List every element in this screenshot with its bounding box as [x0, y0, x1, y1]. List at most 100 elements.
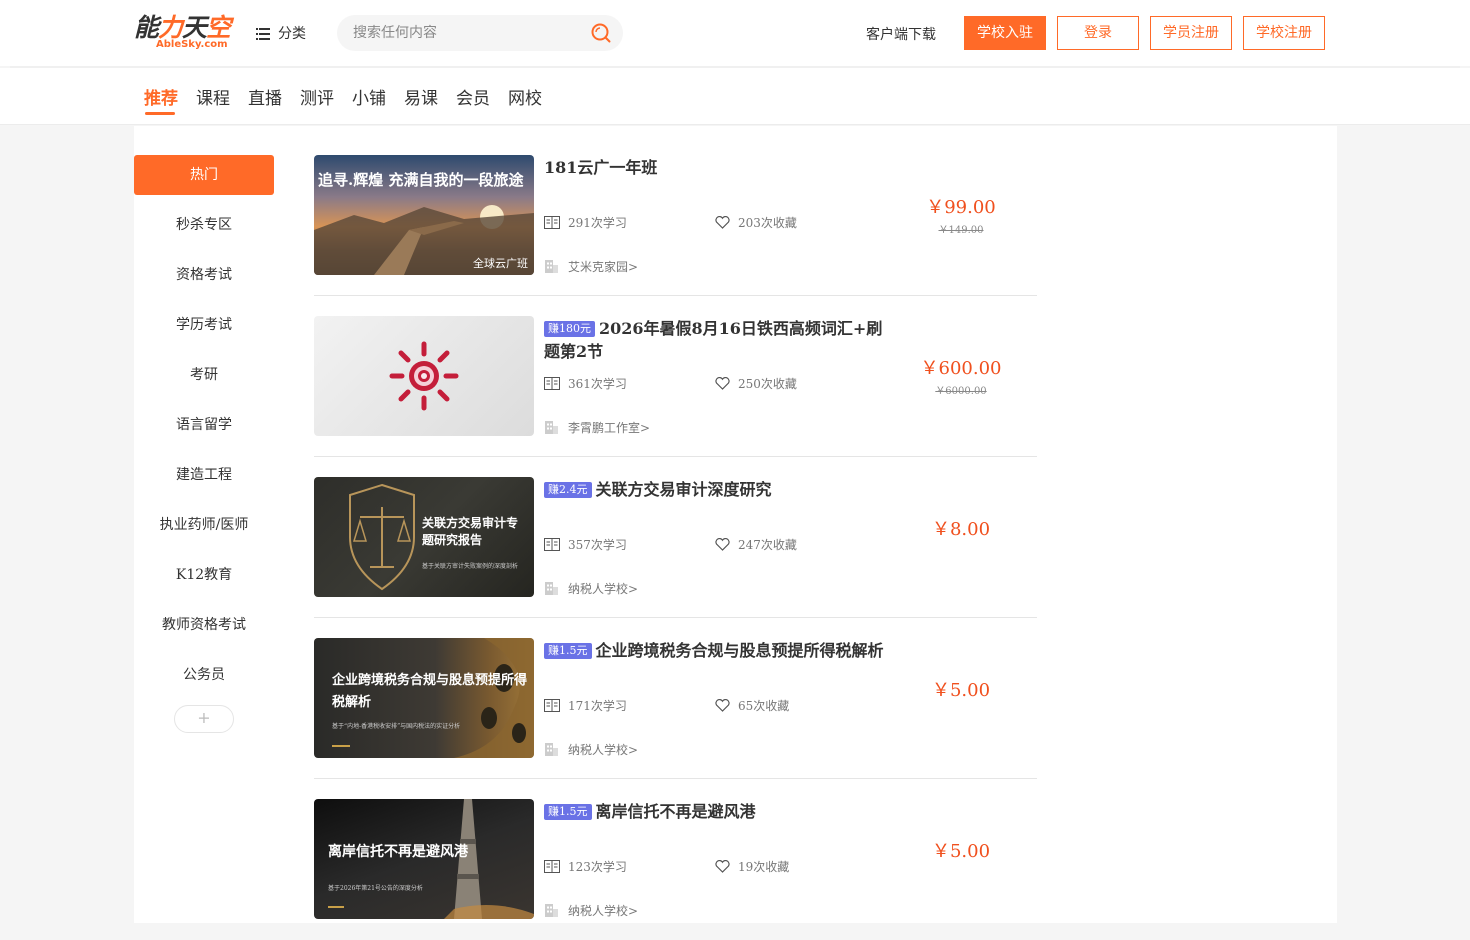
tab-easy-course[interactable]: 易课 — [404, 84, 438, 109]
building-icon — [545, 260, 558, 273]
course-title[interactable]: 赚2.4元 关联方交易审计深度研究 — [544, 478, 890, 501]
course-thumbnail[interactable] — [314, 316, 534, 436]
list-icon — [256, 27, 270, 40]
learner-count: 357次学习 — [544, 536, 627, 553]
top-header: 能力天空 AbleSky.com 分类 客户端下载 学校入驻 登录 学员注册 学… — [0, 0, 1470, 66]
learner-count: 291次学习 — [544, 214, 627, 231]
sidebar-item-pharmacist[interactable]: 执业药师/医师 — [134, 505, 274, 545]
sidebar-more-button[interactable]: + — [174, 705, 234, 733]
tab-shop[interactable]: 小铺 — [352, 84, 386, 109]
tab-courses[interactable]: 课程 — [196, 84, 230, 109]
tab-assessment[interactable]: 测评 — [300, 84, 334, 109]
course-title-text: 181云广一年班 — [544, 158, 658, 177]
school-link[interactable]: 艾米克家园> — [544, 258, 638, 275]
earn-badge: 赚1.5元 — [544, 804, 592, 820]
thumbnail-subcaption: 基于“内地-香港税收安排”与国内税法的实证分析 — [332, 723, 461, 730]
school-name: 纳税人学校> — [568, 743, 639, 757]
search-box — [337, 15, 623, 51]
category-menu-button[interactable]: 分类 — [256, 22, 306, 44]
sidebar-item-construction[interactable]: 建造工程 — [134, 455, 274, 495]
earn-badge: 赚1.5元 — [544, 643, 592, 659]
sidebar-item-postgraduate[interactable]: 考研 — [134, 355, 274, 395]
sidebar-item-qualification-exam[interactable]: 资格考试 — [134, 255, 274, 295]
course-card: 追寻.辉煌 充满自我的一段旅途 全球云广班 181云广一年班 291次学习 20… — [314, 155, 1037, 296]
thumbnail-subcaption: 基于2026年第21号公告的深度分析 — [328, 885, 423, 892]
learner-count-text: 361次学习 — [568, 377, 627, 391]
tab-membership[interactable]: 会员 — [456, 84, 490, 109]
sidebar-item-teacher-cert[interactable]: 教师资格考试 — [134, 605, 274, 645]
favorite-count[interactable]: 203次收藏 — [715, 214, 797, 231]
favorite-count-text: 203次收藏 — [738, 216, 797, 230]
school-link[interactable]: 纳税人学校> — [544, 902, 638, 919]
course-card: 企业跨境税务合规与股息预提所得税解析 基于“内地-香港税收安排”与国内税法的实证… — [314, 638, 1037, 779]
course-title[interactable]: 赚180元 2026年暑假8月16日铁西高频词汇+刷题第2节 — [544, 317, 890, 363]
sidebar-item-hot[interactable]: 热门 — [134, 155, 274, 195]
tab-live[interactable]: 直播 — [248, 84, 282, 109]
logo-domain: AbleSky.com — [156, 39, 228, 50]
favorite-count-text: 250次收藏 — [738, 377, 797, 391]
favorite-count-text: 65次收藏 — [738, 699, 790, 713]
logo-wordmark: 能力天空 — [134, 13, 231, 42]
tab-recommend[interactable]: 推荐 — [144, 84, 178, 109]
main-content: 热门 秒杀专区 资格考试 学历考试 考研 语言留学 建造工程 执业药师/医师 K… — [134, 126, 1337, 923]
book-icon — [544, 377, 560, 390]
school-name: 艾米克家园> — [568, 260, 639, 274]
client-download-link[interactable]: 客户端下载 — [866, 24, 936, 44]
search-icon[interactable] — [591, 23, 611, 43]
school-link[interactable]: 纳税人学校> — [544, 741, 638, 758]
course-title-text: 企业跨境税务合规与股息预提所得税解析 — [595, 641, 884, 660]
course-title[interactable]: 181云广一年班 — [544, 156, 890, 179]
course-card: 关联方交易审计专题研究报告 基于关联方审计失败案例的深度剖析 赚2.4元 关联方交… — [314, 477, 1037, 618]
sidebar-item-degree-exam[interactable]: 学历考试 — [134, 305, 274, 345]
course-card: 离岸信托不再是避风港 基于2026年第21号公告的深度分析 赚1.5元 离岸信托不… — [314, 799, 1037, 940]
channel-nav: 推荐 课程 直播 测评 小铺 易课 会员 网校 — [0, 68, 1470, 125]
course-original-price: ￥6000.00 — [935, 386, 987, 397]
course-title[interactable]: 赚1.5元 离岸信托不再是避风港 — [544, 800, 890, 823]
course-thumbnail[interactable]: 企业跨境税务合规与股息预提所得税解析 基于“内地-香港税收安排”与国内税法的实证… — [314, 638, 534, 758]
sidebar-item-civil-service[interactable]: 公务员 — [134, 655, 274, 695]
building-icon — [545, 904, 558, 917]
course-price: ￥600.00 — [920, 358, 1002, 379]
school-join-button[interactable]: 学校入驻 — [964, 16, 1046, 50]
learner-count: 171次学习 — [544, 697, 627, 714]
course-original-price: ￥149.00 — [938, 225, 984, 236]
heart-icon — [715, 216, 730, 229]
ablesky-logo[interactable]: 能力天空 AbleSky.com — [134, 14, 234, 52]
tab-online-school[interactable]: 网校 — [508, 84, 542, 109]
book-icon — [544, 538, 560, 551]
learner-count: 361次学习 — [544, 375, 627, 392]
search-input[interactable] — [353, 15, 583, 51]
course-title[interactable]: 赚1.5元 企业跨境税务合规与股息预提所得税解析 — [544, 639, 890, 662]
favorite-count[interactable]: 250次收藏 — [715, 375, 797, 392]
heart-icon — [715, 699, 730, 712]
book-icon — [544, 860, 560, 873]
course-thumbnail[interactable]: 追寻.辉煌 充满自我的一段旅途 全球云广班 — [314, 155, 534, 275]
learner-count-text: 171次学习 — [568, 699, 627, 713]
book-icon — [544, 699, 560, 712]
thumbnail-caption: 关联方交易审计专题研究报告 — [422, 516, 519, 547]
course-card: 赚180元 2026年暑假8月16日铁西高频词汇+刷题第2节 361次学习 250… — [314, 316, 1037, 457]
favorite-count[interactable]: 247次收藏 — [715, 536, 797, 553]
sidebar-item-language-abroad[interactable]: 语言留学 — [134, 405, 274, 445]
school-link[interactable]: 纳税人学校> — [544, 580, 638, 597]
sidebar-item-flash-sale[interactable]: 秒杀专区 — [134, 205, 274, 245]
building-icon — [545, 743, 558, 756]
school-register-button[interactable]: 学校注册 — [1243, 16, 1325, 50]
building-icon — [545, 582, 558, 595]
learner-count-text: 291次学习 — [568, 216, 627, 230]
course-title-text: 关联方交易审计深度研究 — [595, 480, 772, 499]
favorite-count[interactable]: 19次收藏 — [715, 858, 789, 875]
favorite-count[interactable]: 65次收藏 — [715, 697, 789, 714]
earn-badge: 赚2.4元 — [544, 482, 592, 498]
course-thumbnail[interactable]: 离岸信托不再是避风港 基于2026年第21号公告的深度分析 — [314, 799, 534, 919]
favorite-count-text: 19次收藏 — [738, 860, 790, 874]
sidebar-item-k12[interactable]: K12教育 — [134, 555, 274, 595]
school-name: 李霄鹏工作室> — [568, 421, 651, 435]
login-button[interactable]: 登录 — [1057, 16, 1139, 50]
course-thumbnail[interactable]: 关联方交易审计专题研究报告 基于关联方审计失败案例的深度剖析 — [314, 477, 534, 597]
active-tab-indicator — [145, 112, 175, 115]
school-name: 纳税人学校> — [568, 904, 639, 918]
student-register-button[interactable]: 学员注册 — [1150, 16, 1232, 50]
course-price: ￥5.00 — [931, 841, 991, 862]
school-link[interactable]: 李霄鹏工作室> — [544, 419, 650, 436]
